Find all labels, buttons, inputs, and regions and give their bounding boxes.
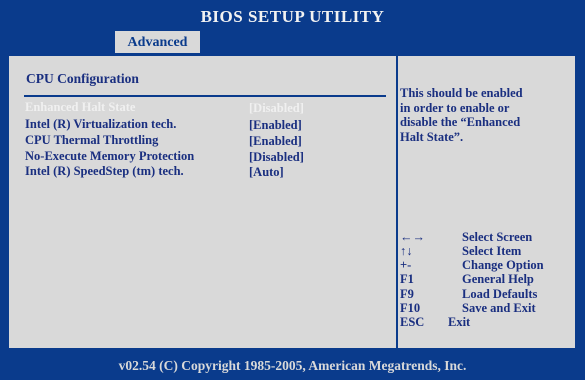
key-desc: Exit bbox=[448, 315, 471, 329]
help-line: This should be enabled bbox=[400, 86, 523, 100]
key-exit: ESC Exit bbox=[400, 315, 470, 330]
option-enhanced-halt-state-value[interactable]: [Disabled] bbox=[249, 101, 304, 116]
key-label: F9 bbox=[400, 287, 414, 301]
key-general-help: F1 General Help bbox=[400, 272, 534, 287]
option-speedstep-tech-value[interactable]: [Auto] bbox=[249, 165, 284, 180]
key-label: +- bbox=[400, 258, 412, 272]
key-label: F10 bbox=[400, 301, 421, 315]
key-desc: Load Defaults bbox=[462, 287, 538, 301]
copyright-footer: v02.54 (C) Copyright 1985-2005, American… bbox=[0, 352, 585, 373]
help-text: This should be enabled in order to enabl… bbox=[400, 86, 568, 144]
option-cpu-thermal-throttling[interactable]: CPU Thermal Throttling bbox=[25, 133, 158, 148]
option-virtualization-tech-value[interactable]: [Enabled] bbox=[249, 118, 302, 133]
key-desc: Save and Exit bbox=[462, 301, 536, 315]
key-desc: Change Option bbox=[462, 258, 544, 272]
key-desc: General Help bbox=[462, 272, 534, 286]
section-rule bbox=[24, 95, 386, 97]
tab-bar: Advanced bbox=[0, 30, 585, 54]
option-no-execute-memory-value[interactable]: [Disabled] bbox=[249, 150, 304, 165]
help-line: Halt State”. bbox=[400, 129, 464, 144]
option-enhanced-halt-state[interactable]: Enhanced Halt State bbox=[25, 100, 135, 115]
tab-advanced[interactable]: Advanced bbox=[115, 31, 200, 53]
key-change-option: +- Change Option bbox=[400, 258, 544, 273]
help-line: disable the “Enhanced bbox=[400, 115, 521, 129]
key-desc: Select Screen bbox=[462, 230, 533, 244]
option-cpu-thermal-throttling-value[interactable]: [Enabled] bbox=[249, 134, 302, 149]
arrows-up-down-icon: ↑↓ bbox=[400, 244, 413, 258]
arrows-left-right-icon: ←→ bbox=[400, 230, 425, 244]
key-select-item: ↑↓ Select Item bbox=[400, 244, 521, 259]
key-label: F1 bbox=[400, 272, 414, 286]
key-load-defaults: F9 Load Defaults bbox=[400, 287, 537, 302]
bios-title: BIOS SETUP UTILITY bbox=[0, 0, 585, 30]
panel-divider bbox=[396, 56, 398, 348]
option-no-execute-memory[interactable]: No-Execute Memory Protection bbox=[25, 149, 194, 164]
key-label: ESC bbox=[400, 315, 425, 329]
help-line: in order to enable or bbox=[400, 100, 510, 115]
option-virtualization-tech[interactable]: Intel (R) Virtualization tech. bbox=[25, 117, 176, 132]
key-select-screen: ←→ Select Screen bbox=[400, 230, 532, 245]
section-title: CPU Configuration bbox=[26, 71, 139, 86]
key-save-exit: F10 Save and Exit bbox=[400, 301, 536, 316]
key-desc: Select Item bbox=[462, 244, 522, 258]
option-speedstep-tech[interactable]: Intel (R) SpeedStep (tm) tech. bbox=[25, 164, 184, 179]
